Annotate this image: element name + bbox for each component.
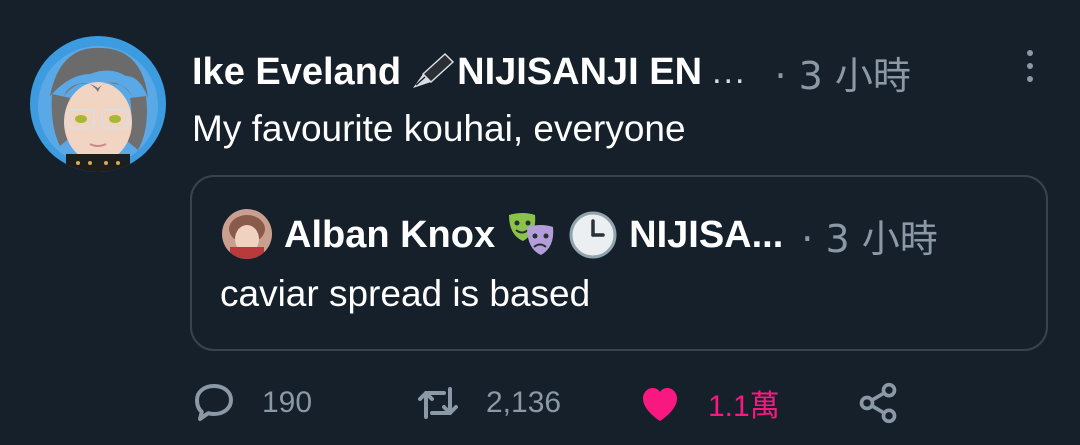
quoted-header: Alban Knox NIJISA... · 3 小時 xyxy=(284,207,938,263)
action-bar: 190 2,136 1.1萬 xyxy=(190,378,910,428)
share-icon xyxy=(859,382,897,424)
author-name[interactable]: Ike Eveland xyxy=(192,51,401,94)
retweet-icon xyxy=(418,387,458,419)
reply-button[interactable]: 190 xyxy=(190,378,312,428)
retweet-count: 2,136 xyxy=(486,386,562,419)
reply-icon xyxy=(195,384,233,421)
name-truncation: ... xyxy=(712,52,747,91)
fountain-pen-icon xyxy=(403,50,455,94)
quoted-tweet[interactable]: Alban Knox NIJISA... · 3 小時 caviar sprea… xyxy=(190,175,1048,351)
quoted-author-name[interactable]: Alban Knox xyxy=(284,214,495,257)
clock-icon xyxy=(567,209,619,261)
like-icon xyxy=(643,388,677,421)
quoted-timestamp[interactable]: · 3 小時 xyxy=(801,208,937,263)
author-avatar[interactable] xyxy=(30,36,166,172)
retweet-button[interactable]: 2,136 xyxy=(414,378,561,428)
tweet-header: Ike Eveland NIJISANJI EN ... · 3 小時 xyxy=(192,44,911,100)
quoted-text: caviar spread is based xyxy=(220,273,591,314)
reply-count: 190 xyxy=(262,386,313,419)
like-count: 1.1萬 xyxy=(708,390,780,423)
author-name-suffix[interactable]: NIJISANJI EN xyxy=(457,51,702,94)
quoted-author-avatar[interactable] xyxy=(222,209,272,259)
performing-arts-icon xyxy=(505,209,557,261)
share-button[interactable] xyxy=(856,378,900,428)
more-icon[interactable] xyxy=(1018,46,1042,86)
like-button[interactable]: 1.1萬 xyxy=(636,378,780,428)
tweet-text: My favourite kouhai, everyone xyxy=(192,108,686,149)
quoted-author-name-suffix[interactable]: NIJISA... xyxy=(629,214,783,257)
timestamp[interactable]: · 3 小時 xyxy=(774,45,910,100)
